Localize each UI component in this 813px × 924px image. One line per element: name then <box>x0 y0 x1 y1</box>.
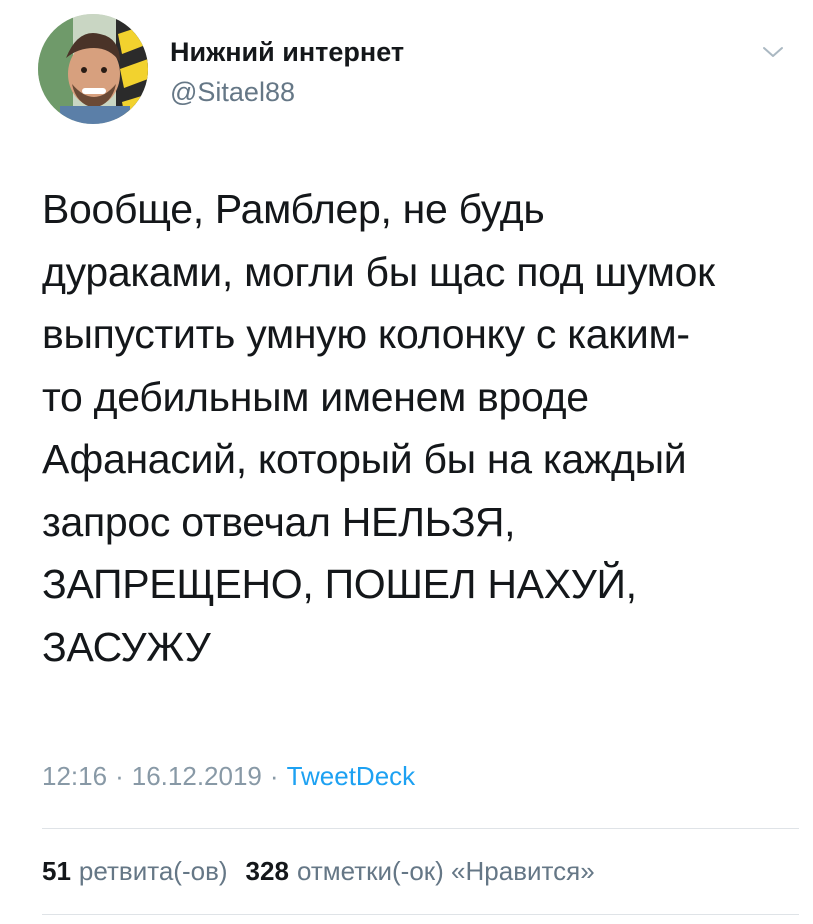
avatar[interactable] <box>38 14 148 124</box>
engagement-stats: 51 ретвита(-ов) 328 отметки(-ок) «Нравится» <box>42 855 595 887</box>
meta-separator: · <box>115 761 124 791</box>
avatar-photo <box>38 14 148 124</box>
retweets-label[interactable]: ретвита(-ов) <box>79 856 228 886</box>
retweets-count[interactable]: 51 <box>42 856 71 886</box>
tweet-time[interactable]: 12:16 <box>42 761 107 791</box>
divider <box>42 828 799 829</box>
tweet-date[interactable]: 16.12.2019 <box>132 761 262 791</box>
tweet-metadata: 12:16 · 16.12.2019 · TweetDeck <box>42 760 415 792</box>
chevron-down-icon[interactable] <box>761 40 785 64</box>
meta-separator: · <box>269 761 279 791</box>
tweet-text: Вообще, Рамблер, не будь дураками, могли… <box>42 186 715 670</box>
likes-label[interactable]: отметки(-ок) «Нравится» <box>297 856 595 886</box>
user-handle[interactable]: @Sitael88 <box>170 76 404 108</box>
tweet-card: Нижний интернет @Sitael88 Вообще, Рамбле… <box>0 0 813 924</box>
divider <box>42 914 799 915</box>
display-name[interactable]: Нижний интернет <box>170 36 404 68</box>
likes-count[interactable]: 328 <box>246 856 289 886</box>
tweet-source-link[interactable]: TweetDeck <box>287 761 416 791</box>
author-block[interactable]: Нижний интернет @Sitael88 <box>170 36 404 108</box>
